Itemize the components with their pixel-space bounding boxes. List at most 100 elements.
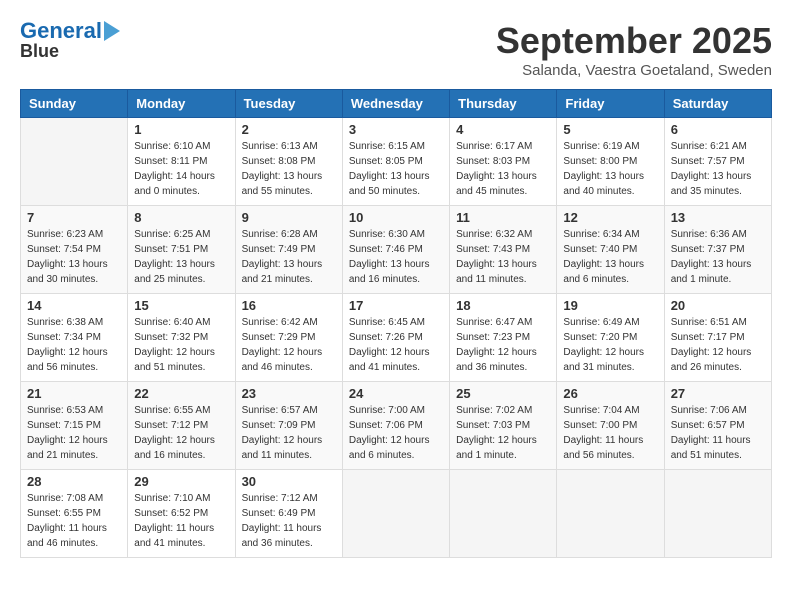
day-info: Sunrise: 6:30 AM Sunset: 7:46 PM Dayligh… [349, 227, 443, 287]
calendar-cell: 19Sunrise: 6:49 AM Sunset: 7:20 PM Dayli… [557, 294, 664, 382]
day-number: 21 [27, 386, 121, 401]
calendar-cell: 17 Sunrise: 6:45 AM Sunset: 7:26 PM Dayli… [342, 294, 449, 382]
weekday-header-sunday: Sunday [21, 90, 128, 118]
day-number: 4 [456, 122, 550, 137]
calendar-cell: 12Sunrise: 6:34 AM Sunset: 7:40 PM Dayli… [557, 206, 664, 294]
calendar-cell [664, 470, 771, 558]
day-number: 9 [242, 210, 336, 225]
day-info: Sunrise: 6:10 AM Sunset: 8:11 PM Dayligh… [134, 139, 228, 199]
calendar-week-row: 7Sunrise: 6:23 AM Sunset: 7:54 PM Daylig… [21, 206, 772, 294]
day-number: 22 [134, 386, 228, 401]
day-info: Sunrise: 7:06 AM Sunset: 6:57 PM Dayligh… [671, 403, 765, 463]
day-info: Sunrise: 6:28 AM Sunset: 7:49 PM Dayligh… [242, 227, 336, 287]
day-number: 2 [242, 122, 336, 137]
location-subtitle: Salanda, Vaestra Goetaland, Sweden [496, 62, 772, 79]
day-info: Sunrise: 7:00 AM Sunset: 7:06 PM Dayligh… [349, 403, 443, 463]
day-info: Sunrise: 6:55 AM Sunset: 7:12 PM Dayligh… [134, 403, 228, 463]
calendar-cell [450, 470, 557, 558]
calendar-cell: 27 Sunrise: 7:06 AM Sunset: 6:57 PM Dayli… [664, 382, 771, 470]
day-info: Sunrise: 7:10 AM Sunset: 6:52 PM Dayligh… [134, 491, 228, 551]
calendar-cell: 2 Sunrise: 6:13 AM Sunset: 8:08 PM Daylig… [235, 118, 342, 206]
logo-text: General [20, 20, 102, 42]
calendar-cell: 15 Sunrise: 6:40 AM Sunset: 7:32 PM Dayli… [128, 294, 235, 382]
day-info: Sunrise: 7:12 AM Sunset: 6:49 PM Dayligh… [242, 491, 336, 551]
day-info: Sunrise: 7:08 AM Sunset: 6:55 PM Dayligh… [27, 491, 121, 551]
calendar-cell: 4 Sunrise: 6:17 AM Sunset: 8:03 PM Daylig… [450, 118, 557, 206]
weekday-header-tuesday: Tuesday [235, 90, 342, 118]
calendar-cell: 24Sunrise: 7:00 AM Sunset: 7:06 PM Dayli… [342, 382, 449, 470]
day-info: Sunrise: 6:23 AM Sunset: 7:54 PM Dayligh… [27, 227, 121, 287]
day-number: 10 [349, 210, 443, 225]
calendar-cell: 13 Sunrise: 6:36 AM Sunset: 7:37 PM Dayli… [664, 206, 771, 294]
calendar-cell: 30 Sunrise: 7:12 AM Sunset: 6:49 PM Dayli… [235, 470, 342, 558]
logo-arrow-icon [104, 21, 120, 41]
day-number: 30 [242, 474, 336, 489]
calendar-cell: 7Sunrise: 6:23 AM Sunset: 7:54 PM Daylig… [21, 206, 128, 294]
day-info: Sunrise: 6:21 AM Sunset: 7:57 PM Dayligh… [671, 139, 765, 199]
day-number: 27 [671, 386, 765, 401]
day-info: Sunrise: 6:32 AM Sunset: 7:43 PM Dayligh… [456, 227, 550, 287]
day-number: 23 [242, 386, 336, 401]
day-number: 13 [671, 210, 765, 225]
calendar-cell: 28Sunrise: 7:08 AM Sunset: 6:55 PM Dayli… [21, 470, 128, 558]
calendar-cell: 1 Sunrise: 6:10 AM Sunset: 8:11 PM Daylig… [128, 118, 235, 206]
day-number: 17 [349, 298, 443, 313]
day-number: 29 [134, 474, 228, 489]
weekday-header-saturday: Saturday [664, 90, 771, 118]
calendar-cell: 20 Sunrise: 6:51 AM Sunset: 7:17 PM Dayli… [664, 294, 771, 382]
day-info: Sunrise: 6:15 AM Sunset: 8:05 PM Dayligh… [349, 139, 443, 199]
day-info: Sunrise: 7:04 AM Sunset: 7:00 PM Dayligh… [563, 403, 657, 463]
day-number: 25 [456, 386, 550, 401]
logo-blue-text: Blue [20, 42, 59, 60]
day-info: Sunrise: 6:47 AM Sunset: 7:23 PM Dayligh… [456, 315, 550, 375]
calendar-cell [557, 470, 664, 558]
calendar-cell: 14 Sunrise: 6:38 AM Sunset: 7:34 PM Dayli… [21, 294, 128, 382]
day-info: Sunrise: 6:38 AM Sunset: 7:34 PM Dayligh… [27, 315, 121, 375]
day-info: Sunrise: 6:40 AM Sunset: 7:32 PM Dayligh… [134, 315, 228, 375]
calendar-cell: 3 Sunrise: 6:15 AM Sunset: 8:05 PM Daylig… [342, 118, 449, 206]
calendar-cell: 10 Sunrise: 6:30 AM Sunset: 7:46 PM Dayli… [342, 206, 449, 294]
day-number: 1 [134, 122, 228, 137]
day-info: Sunrise: 6:17 AM Sunset: 8:03 PM Dayligh… [456, 139, 550, 199]
day-info: Sunrise: 7:02 AM Sunset: 7:03 PM Dayligh… [456, 403, 550, 463]
calendar-cell: 8 Sunrise: 6:25 AM Sunset: 7:51 PM Daylig… [128, 206, 235, 294]
day-number: 14 [27, 298, 121, 313]
calendar-cell [21, 118, 128, 206]
day-number: 12 [563, 210, 657, 225]
month-title: September 2025 [496, 20, 772, 62]
logo: General Blue [20, 20, 120, 60]
calendar-cell: 21 Sunrise: 6:53 AM Sunset: 7:15 PM Dayli… [21, 382, 128, 470]
weekday-header-row: SundayMondayTuesdayWednesdayThursdayFrid… [21, 90, 772, 118]
day-info: Sunrise: 6:13 AM Sunset: 8:08 PM Dayligh… [242, 139, 336, 199]
calendar-week-row: 21 Sunrise: 6:53 AM Sunset: 7:15 PM Dayli… [21, 382, 772, 470]
calendar-cell: 23 Sunrise: 6:57 AM Sunset: 7:09 PM Dayli… [235, 382, 342, 470]
day-number: 18 [456, 298, 550, 313]
day-info: Sunrise: 6:25 AM Sunset: 7:51 PM Dayligh… [134, 227, 228, 287]
calendar-week-row: 28Sunrise: 7:08 AM Sunset: 6:55 PM Dayli… [21, 470, 772, 558]
day-info: Sunrise: 6:42 AM Sunset: 7:29 PM Dayligh… [242, 315, 336, 375]
day-info: Sunrise: 6:49 AM Sunset: 7:20 PM Dayligh… [563, 315, 657, 375]
day-info: Sunrise: 6:45 AM Sunset: 7:26 PM Dayligh… [349, 315, 443, 375]
weekday-header-thursday: Thursday [450, 90, 557, 118]
day-info: Sunrise: 6:57 AM Sunset: 7:09 PM Dayligh… [242, 403, 336, 463]
calendar-cell: 9 Sunrise: 6:28 AM Sunset: 7:49 PM Daylig… [235, 206, 342, 294]
day-info: Sunrise: 6:19 AM Sunset: 8:00 PM Dayligh… [563, 139, 657, 199]
day-number: 3 [349, 122, 443, 137]
calendar-cell: 22 Sunrise: 6:55 AM Sunset: 7:12 PM Dayli… [128, 382, 235, 470]
calendar-cell: 6 Sunrise: 6:21 AM Sunset: 7:57 PM Daylig… [664, 118, 771, 206]
day-info: Sunrise: 6:51 AM Sunset: 7:17 PM Dayligh… [671, 315, 765, 375]
day-info: Sunrise: 6:53 AM Sunset: 7:15 PM Dayligh… [27, 403, 121, 463]
weekday-header-wednesday: Wednesday [342, 90, 449, 118]
day-number: 11 [456, 210, 550, 225]
day-info: Sunrise: 6:36 AM Sunset: 7:37 PM Dayligh… [671, 227, 765, 287]
title-section: September 2025 Salanda, Vaestra Goetalan… [496, 20, 772, 79]
calendar-table: SundayMondayTuesdayWednesdayThursdayFrid… [20, 89, 772, 558]
calendar-cell: 11 Sunrise: 6:32 AM Sunset: 7:43 PM Dayli… [450, 206, 557, 294]
day-number: 6 [671, 122, 765, 137]
day-number: 20 [671, 298, 765, 313]
day-number: 15 [134, 298, 228, 313]
calendar-week-row: 1 Sunrise: 6:10 AM Sunset: 8:11 PM Daylig… [21, 118, 772, 206]
day-number: 8 [134, 210, 228, 225]
calendar-cell: 16Sunrise: 6:42 AM Sunset: 7:29 PM Dayli… [235, 294, 342, 382]
calendar-cell: 29 Sunrise: 7:10 AM Sunset: 6:52 PM Dayli… [128, 470, 235, 558]
